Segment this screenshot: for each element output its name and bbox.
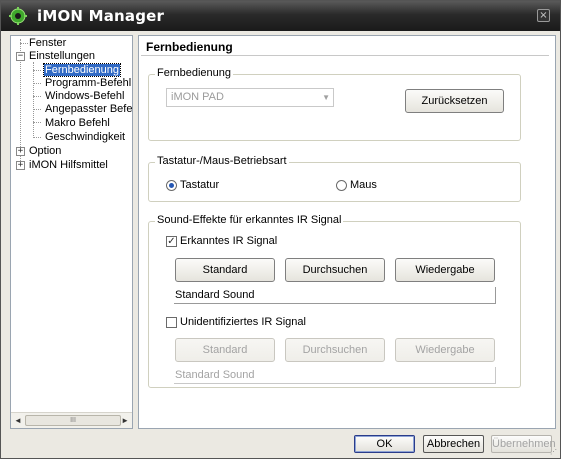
reset-button[interactable]: Zurücksetzen	[405, 89, 504, 113]
recognized-sound-path: Standard Sound	[174, 287, 496, 304]
collapse-icon[interactable]: −	[16, 52, 25, 61]
tree-connector	[33, 83, 41, 84]
tree-item-angepasster-befehl[interactable]: Angepasster Befel	[45, 103, 132, 116]
tree-item-imon-hilfsmittel[interactable]: iMON Hilfsmittel	[29, 159, 108, 172]
remote-group-legend: Fernbedienung	[155, 67, 234, 79]
tree-connector	[33, 62, 34, 138]
recognized-browse-button[interactable]: Durchsuchen	[285, 258, 385, 282]
close-icon[interactable]: ×	[537, 9, 550, 22]
mouse-radio[interactable]	[336, 180, 347, 191]
tree-item-fenster[interactable]: Fenster	[29, 37, 66, 50]
tree-item-programm-befehl[interactable]: Programm-Befehl	[45, 77, 131, 90]
tree-item-label: Makro Befehl	[45, 117, 110, 129]
ok-button[interactable]: OK	[354, 435, 415, 453]
cancel-button[interactable]: Abbrechen	[423, 435, 484, 453]
tree-item-label: Angepasster Befel	[45, 103, 132, 115]
recognized-signal-checkbox[interactable]: ✓	[166, 236, 177, 247]
window-title: iMON Manager	[37, 7, 165, 25]
keyboard-radio-label[interactable]: Tastatur	[180, 179, 219, 191]
tree-item-label: Option	[29, 145, 62, 157]
mode-group: Tastatur-/Maus-Betriebsart Tastatur Maus	[148, 155, 521, 202]
remote-group: Fernbedienung iMON PAD ▼ Zurücksetzen	[148, 67, 521, 141]
horizontal-scrollbar[interactable]: ◄ III ►	[11, 412, 132, 428]
mode-group-legend: Tastatur-/Maus-Betriebsart	[155, 155, 289, 167]
title-bar[interactable]: iMON Manager ×	[1, 1, 560, 31]
tree-item-makro-befehl[interactable]: Makro Befehl	[45, 117, 110, 130]
chevron-down-icon: ▼	[322, 93, 330, 102]
remote-type-select[interactable]: iMON PAD ▼	[166, 88, 334, 107]
tree-item-label: Fernbedienung	[42, 63, 122, 77]
tree-connector	[33, 137, 41, 138]
gear-logo-icon	[9, 7, 27, 25]
scroll-left-icon[interactable]: ◄	[14, 416, 22, 425]
unidentified-browse-button[interactable]: Durchsuchen	[285, 338, 385, 362]
tree-item-einstellungen[interactable]: Einstellungen	[29, 50, 95, 63]
tree-item-windows-befehl[interactable]: Windows-Befehl	[45, 90, 124, 103]
unidentified-standard-button[interactable]: Standard	[175, 338, 275, 362]
sound-group-legend: Sound-Effekte für erkanntes IR Signal	[155, 214, 344, 226]
tree-item-label: Einstellungen	[29, 50, 96, 62]
expand-icon[interactable]: +	[16, 161, 25, 170]
mouse-radio-label[interactable]: Maus	[350, 179, 377, 191]
tree-connector	[33, 109, 41, 110]
imon-manager-window: iMON Manager × Fenster − Einstellungen F…	[0, 0, 561, 459]
scroll-right-icon[interactable]: ►	[121, 416, 129, 425]
unidentified-play-button[interactable]: Wiedergabe	[395, 338, 495, 362]
tree-item-label: Windows-Befehl	[45, 90, 125, 102]
tree-item-label: Geschwindigkeit	[45, 131, 126, 143]
expand-icon[interactable]: +	[16, 147, 25, 156]
tree-connector	[33, 96, 41, 97]
settings-panel: Fernbedienung Fernbedienung iMON PAD ▼ Z…	[138, 35, 556, 429]
tree-item-fernbedienung[interactable]: Fernbedienung	[42, 63, 122, 77]
tree-item-label: Fenster	[29, 37, 67, 49]
unidentified-signal-checkbox[interactable]	[166, 317, 177, 328]
tree-content: Fenster − Einstellungen Fernbedienung Pr…	[11, 36, 132, 412]
title-divider	[141, 55, 549, 56]
unidentified-sound-path: Standard Sound	[174, 367, 496, 384]
recognized-standard-button[interactable]: Standard	[175, 258, 275, 282]
resize-grip-icon[interactable]: ⋰	[550, 448, 558, 456]
unidentified-signal-label[interactable]: Unidentifiziertes IR Signal	[180, 316, 306, 328]
tree-item-label: iMON Hilfsmittel	[29, 159, 108, 171]
tree-connector	[33, 122, 41, 123]
keyboard-radio[interactable]	[166, 180, 177, 191]
tree-item-label: Programm-Befehl	[45, 77, 132, 89]
tree-connector	[33, 70, 41, 71]
recognized-play-button[interactable]: Wiedergabe	[395, 258, 495, 282]
tree-item-geschwindigkeit[interactable]: Geschwindigkeit	[45, 131, 125, 144]
sound-group: Sound-Effekte für erkanntes IR Signal ✓ …	[148, 214, 521, 388]
apply-button[interactable]: Übernehmen	[491, 435, 556, 453]
tree-connector	[20, 43, 28, 44]
settings-tree[interactable]: Fenster − Einstellungen Fernbedienung Pr…	[10, 35, 133, 429]
tree-item-option[interactable]: Option	[29, 145, 61, 158]
scroll-thumb[interactable]: III	[25, 415, 121, 426]
recognized-signal-label[interactable]: Erkanntes IR Signal	[180, 235, 277, 247]
panel-title: Fernbedienung	[146, 40, 233, 54]
remote-type-value: iMON PAD	[171, 91, 224, 103]
